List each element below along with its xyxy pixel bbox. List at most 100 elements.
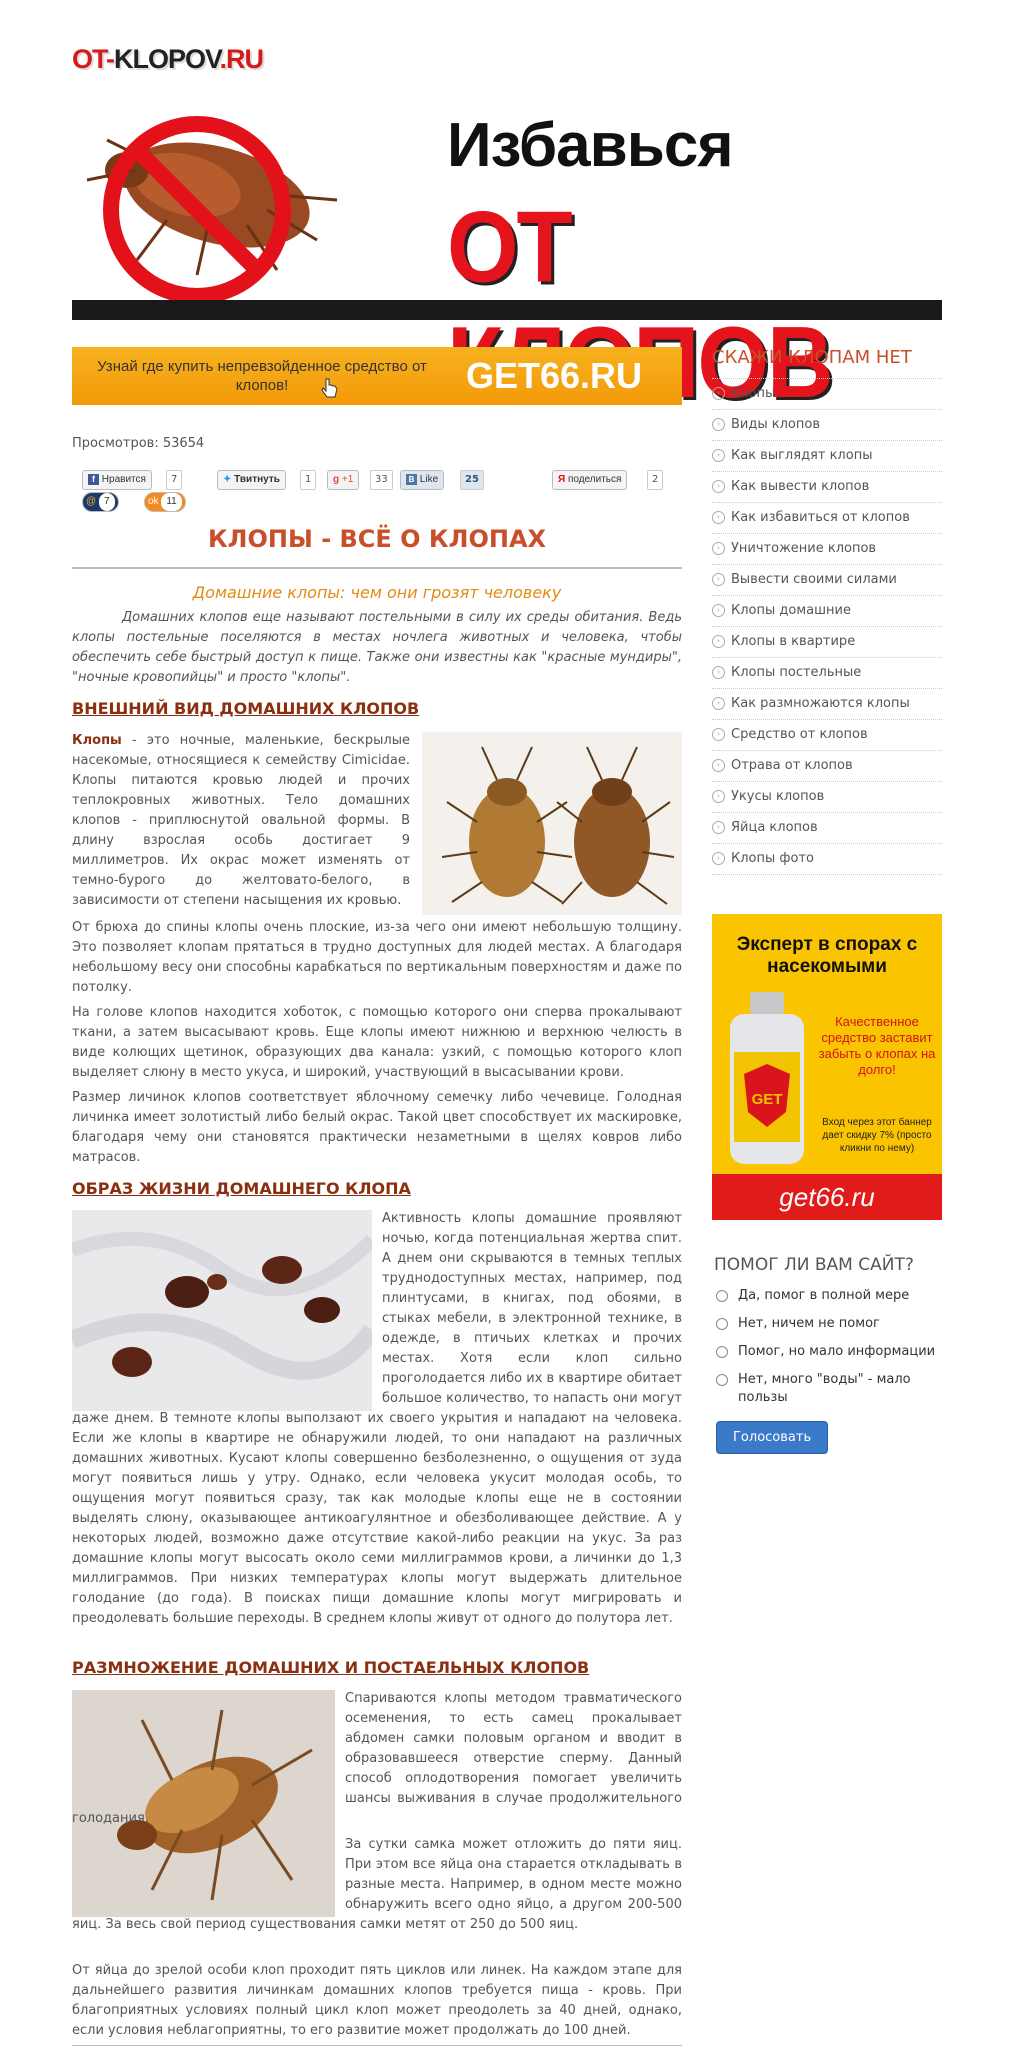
mailru-icon: @ <box>86 496 97 507</box>
sidebar-item-label: Как размножаются клопы <box>731 696 910 711</box>
facebook-count: 7 <box>166 470 183 490</box>
section-reproduction-paragraph-2: За сутки самка может отложить до пяти яи… <box>72 1835 682 1935</box>
facebook-like-label: Нравится <box>101 474 146 485</box>
bullet-icon: › <box>712 387 725 400</box>
sidebar-item[interactable]: › Уничтожение клопов <box>712 534 942 565</box>
sidebar-item[interactable]: › Как размножаются клопы <box>712 689 942 720</box>
top-ad-text: Узнай где купить непревзойденное средств… <box>97 358 427 394</box>
section-appearance-paragraph-2: От брюха до спины клопы очень плоские, и… <box>72 920 682 995</box>
side-ad-red-text: Качественное средство заставит забыть о … <box>818 1014 936 1077</box>
sidebar-item[interactable]: › Клопы домашние <box>712 596 942 627</box>
sidebar-ad-banner[interactable]: Эксперт в спорах с насекомыми GET Качест… <box>712 914 942 1220</box>
sidebar-item-label: Укусы клопов <box>731 789 825 804</box>
sidebar-item[interactable]: › Клопы в квартире <box>712 627 942 658</box>
bullet-icon: › <box>712 449 725 462</box>
no-bedbug-icon <box>86 116 338 300</box>
sidebar-item-label: Уничтожение клопов <box>731 541 877 556</box>
twitter-icon: ✦ <box>223 474 232 485</box>
yandex-icon: Я <box>558 474 566 485</box>
sidebar-item[interactable]: › Как вывести клопов <box>712 472 942 503</box>
sidebar-item[interactable]: › Как избавиться от клопов <box>712 503 942 534</box>
bullet-icon: › <box>712 480 725 493</box>
yandex-share-label: поделиться <box>567 474 622 485</box>
bullet-icon: › <box>712 666 725 679</box>
sidebar-item[interactable]: › Клопы <box>712 379 942 410</box>
bullet-icon: › <box>712 573 725 586</box>
bullet-icon: › <box>712 635 725 648</box>
sidebar-item-label: Клопы домашние <box>731 603 851 618</box>
sidebar-item-label: Как вывести клопов <box>731 479 870 494</box>
logo-part1: OT- <box>72 44 115 74</box>
mailru-share-button[interactable]: @ 7 <box>82 492 119 512</box>
vk-icon: B <box>406 474 417 485</box>
section-heading-appearance: ВНЕШНИЙ ВИД ДОМАШНИХ КЛОПОВ <box>72 699 420 718</box>
social-share-bar: f Нравится 7 ✦ Твитнуть 1 g +1 33 B Like… <box>82 470 682 512</box>
yandex-share-button[interactable]: Я поделиться <box>552 470 628 490</box>
sidebar-item-label: Как избавиться от клопов <box>731 510 910 525</box>
side-ad-headline: Эксперт в спорах с насекомыми <box>736 934 918 977</box>
bullet-icon: › <box>712 542 725 555</box>
twitter-label: Твитнуть <box>234 474 280 485</box>
poll-option-label: Помог, но мало информации <box>738 1344 936 1359</box>
radio-button[interactable] <box>716 1374 728 1386</box>
radio-button[interactable] <box>716 1290 728 1302</box>
bullet-icon: › <box>712 852 725 865</box>
appearance-text-1: - это ночные, маленькие, бескрылые насек… <box>72 733 410 908</box>
site-logo[interactable]: OT-KLOPOV.RU <box>72 44 264 75</box>
mailru-count: 7 <box>98 493 115 511</box>
page: OT-KLOPOV.RU Избавься ОТ КЛОПОВ Узнай гд… <box>0 0 1014 2052</box>
poll-widget: ПОМОГ ЛИ ВАМ САЙТ? Да, помог в полной ме… <box>714 1255 944 1454</box>
radio-button[interactable] <box>716 1346 728 1358</box>
odnoklassniki-icon: ok <box>148 496 159 507</box>
sidebar-item[interactable]: › Как выглядят клопы <box>712 441 942 472</box>
top-ad-banner[interactable]: Узнай где купить непревзойденное средств… <box>72 347 682 405</box>
sidebar-item[interactable]: › Яйца клопов <box>712 813 942 844</box>
float-spacer <box>72 1209 382 1409</box>
article-intro: Домашних клопов еще называют постельными… <box>72 610 682 685</box>
poll-option[interactable]: Нет, много "воды" - мало пользы <box>714 1371 944 1407</box>
bottle-label: GET <box>752 1091 783 1108</box>
sidebar-item-label: Клопы <box>731 386 776 401</box>
section-appearance-paragraph-1: Клопы - это ночные, маленькие, бескрылые… <box>72 731 410 911</box>
sidebar-item-label: Клопы фото <box>731 851 814 866</box>
banner-line1: Избавься <box>447 111 734 180</box>
bullet-icon: › <box>712 728 725 741</box>
vk-like-button[interactable]: B Like <box>400 470 445 490</box>
sidebar-item[interactable]: › Средство от клопов <box>712 720 942 751</box>
views-counter: Просмотров: 53654 <box>72 436 205 451</box>
sidebar-item[interactable]: › Клопы постельные <box>712 658 942 689</box>
vote-button[interactable]: Голосовать <box>716 1421 829 1454</box>
float-spacer-3 <box>72 1835 345 1915</box>
odnoklassniki-share-button[interactable]: ok 11 <box>144 492 186 512</box>
sidebar-item[interactable]: › Клопы фото <box>712 844 942 875</box>
sidebar-item[interactable]: › Укусы клопов <box>712 782 942 813</box>
radio-button[interactable] <box>716 1318 728 1330</box>
section-reproduction-paragraph-1: Спариваются клопы методом травматическог… <box>72 1689 682 1829</box>
poll-option[interactable]: Да, помог в полной мере <box>714 1287 944 1305</box>
twitter-tweet-button[interactable]: ✦ Твитнуть <box>217 470 286 490</box>
sidebar-item-label: Средство от клопов <box>731 727 868 742</box>
sidebar-item[interactable]: › Вывести своими силами <box>712 565 942 596</box>
poll-option[interactable]: Нет, ничем не помог <box>714 1315 944 1333</box>
poll-question: ПОМОГ ЛИ ВАМ САЙТ? <box>714 1255 914 1275</box>
sidebar-item-label: Отрава от клопов <box>731 758 853 773</box>
sidebar-item[interactable]: › Отрава от клопов <box>712 751 942 782</box>
google-plus-button[interactable]: g +1 <box>327 470 360 490</box>
bullet-icon: › <box>712 418 725 431</box>
facebook-like-button[interactable]: f Нравится <box>82 470 152 490</box>
article-subtitle: Домашние клопы: чем они грозят человеку <box>192 583 562 602</box>
term-bedbugs: Клопы <box>72 733 122 748</box>
sidebar-item-label: Яйца клопов <box>731 820 818 835</box>
bullet-icon: › <box>712 821 725 834</box>
banner-bottom-bar <box>72 300 942 320</box>
sidebar-item-label: Клопы в квартире <box>731 634 856 649</box>
odnoklassniki-count: 11 <box>161 493 182 511</box>
hand-cursor-icon <box>321 378 338 398</box>
sidebar-item[interactable]: › Виды клопов <box>712 410 942 441</box>
bedbugs-photo <box>422 732 682 915</box>
google-plus-icon: g <box>333 474 340 485</box>
poll-option[interactable]: Помог, но мало информации <box>714 1343 944 1361</box>
bullet-icon: › <box>712 511 725 524</box>
google-plus-count: 33 <box>370 470 393 490</box>
side-ad-small-text: Вход через этот баннер дает скидку 7% (п… <box>822 1117 932 1154</box>
